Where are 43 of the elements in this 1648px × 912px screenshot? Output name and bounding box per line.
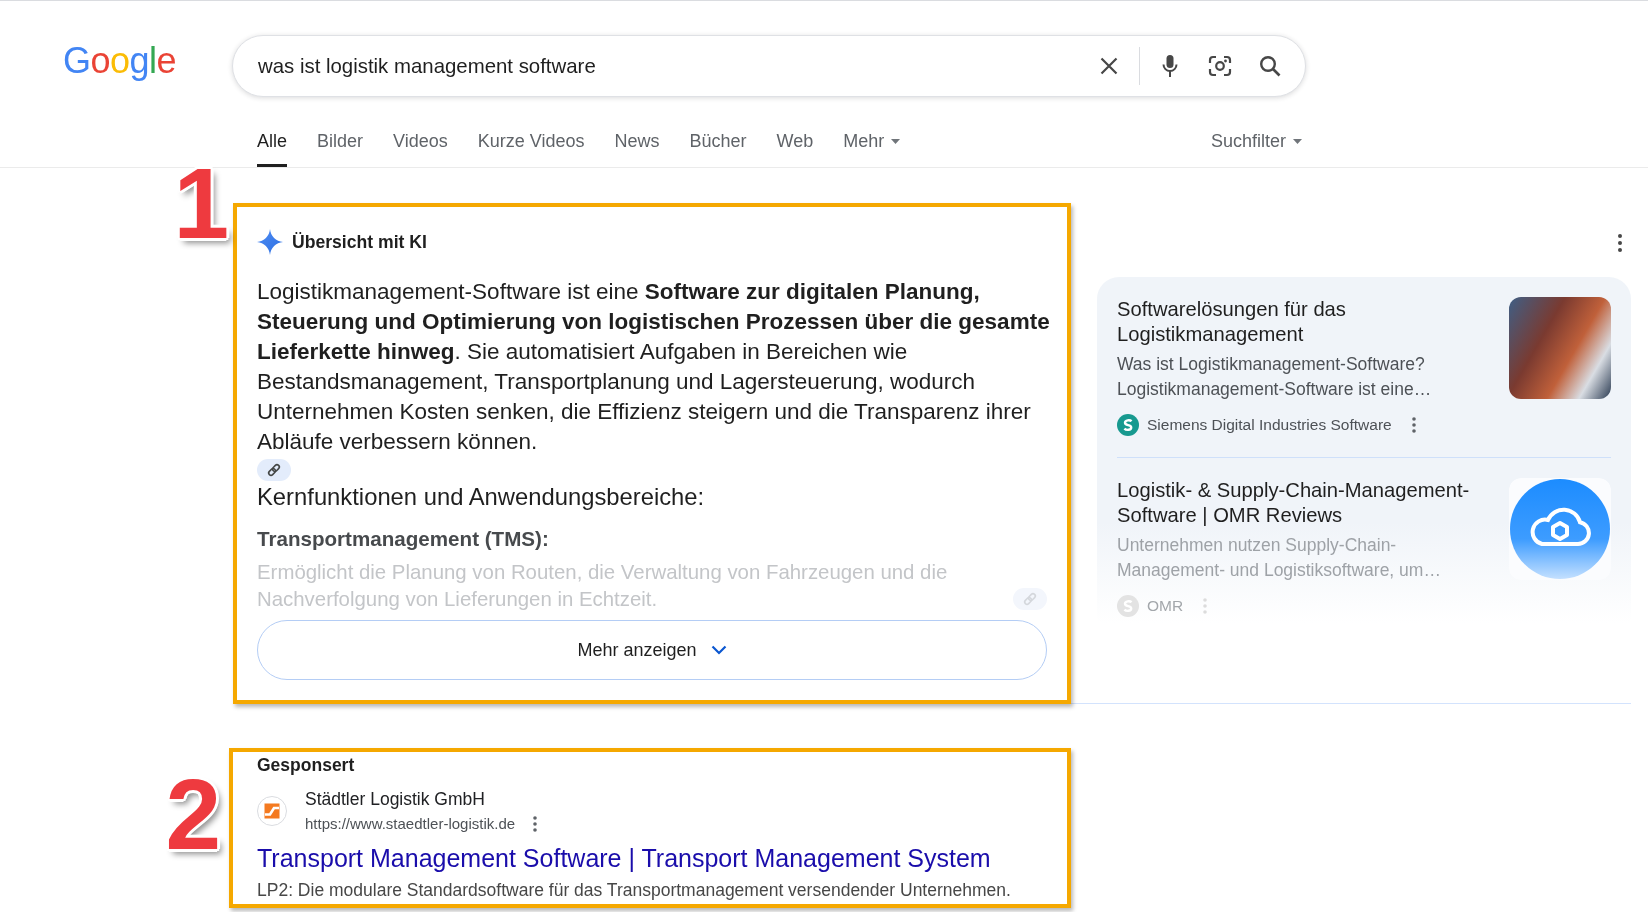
overview-title: Übersicht mit KI — [292, 231, 427, 253]
advertiser-name[interactable]: Städtler Logistik GmbH — [305, 789, 538, 809]
google-logo[interactable]: Google — [63, 41, 177, 81]
source-snippet: Was ist Logistikmanagement-Software? Logistikmanagement-Software ist eine… — [1117, 353, 1433, 401]
search-bar[interactable]: was ist logistik management software — [232, 35, 1306, 97]
search-tab[interactable]: Bilder — [317, 118, 364, 167]
source-title[interactable]: Softwarelösungen für das Logistikmanagement — [1117, 297, 1490, 347]
search-filter-button[interactable]: Suchfilter — [1210, 118, 1302, 167]
close-icon[interactable] — [1100, 57, 1118, 75]
search-tab[interactable]: Kurze Videos — [477, 118, 585, 167]
sponsored-label: Gesponsert — [257, 755, 356, 775]
search-tab[interactable]: News — [614, 118, 660, 167]
more-options-icon[interactable] — [533, 816, 538, 832]
subsection-heading: Transportmanagement (TMS): — [257, 526, 550, 552]
source-title[interactable]: Logistik- & Supply-Chain-Management-Software | OMR Reviews — [1117, 478, 1490, 528]
search-icon[interactable] — [1259, 55, 1281, 77]
sparkle-icon — [257, 229, 283, 255]
annotation-number: 1 — [173, 163, 229, 243]
ad-title-link[interactable]: Transport Management Software | Transport Management System — [257, 844, 991, 873]
photo-placeholder[interactable] — [1509, 297, 1611, 399]
annotation-number: 2 — [165, 774, 221, 854]
cloud-logo-icon[interactable] — [1509, 478, 1611, 580]
ad-description: LP2: Die modulare Standardsoftware für das Transportmanagement versendender Unternehmen. — [257, 880, 1012, 900]
camera-lens-icon[interactable] — [1208, 55, 1232, 77]
preview-text: Ermöglicht die Planung von Routen, die Verwaltung von Fahrzeugen und die Nachverfolgung von Lieferungen in Echtzeit. — [257, 560, 949, 612]
search-tab[interactable]: Bücher — [689, 118, 747, 167]
link-icon[interactable] — [257, 459, 291, 481]
show-more-button[interactable]: Mehr anzeigen — [257, 620, 1047, 680]
more-options-icon[interactable] — [1618, 234, 1622, 252]
search-input[interactable]: was ist logistik management software — [258, 54, 1096, 78]
more-options-icon[interactable] — [1411, 417, 1416, 433]
overview-paragraph: Logistikmanagement-Software ist eine Software zur digitalen Planung, Steuerung und Optimierung von logistischen Prozessen über die gesamte Lieferkette hinweg. Sie automatisiert Aufgaben in Bereichen wie Bestandsmanagement, Transportplanung und Lagersteuerung, wodurch Unternehmen Kosten senken, die Effizienz steigern und die Transparenz ihrer Abläufe verbessern können. — [257, 278, 1051, 456]
search-tab[interactable]: Mehr — [843, 118, 901, 167]
microphone-icon[interactable] — [1162, 54, 1178, 78]
chevron-down-icon — [710, 645, 727, 655]
source-name[interactable]: Siemens Digital Industries Software — [1147, 416, 1392, 434]
section-heading: Kernfunktionen und Anwendungsbereiche: — [257, 483, 706, 511]
favicon-icon — [257, 796, 287, 826]
search-tab[interactable]: Alle — [257, 118, 287, 167]
source-snippet: Unternehmen nutzen Supply-Chain-Management- und Logistiksoftware, um… — [1117, 534, 1442, 582]
search-tab[interactable]: Videos — [393, 118, 448, 167]
search-tab[interactable]: Web — [776, 118, 814, 167]
ad-url[interactable]: https://www.staedtler-logistik.de — [305, 815, 516, 833]
